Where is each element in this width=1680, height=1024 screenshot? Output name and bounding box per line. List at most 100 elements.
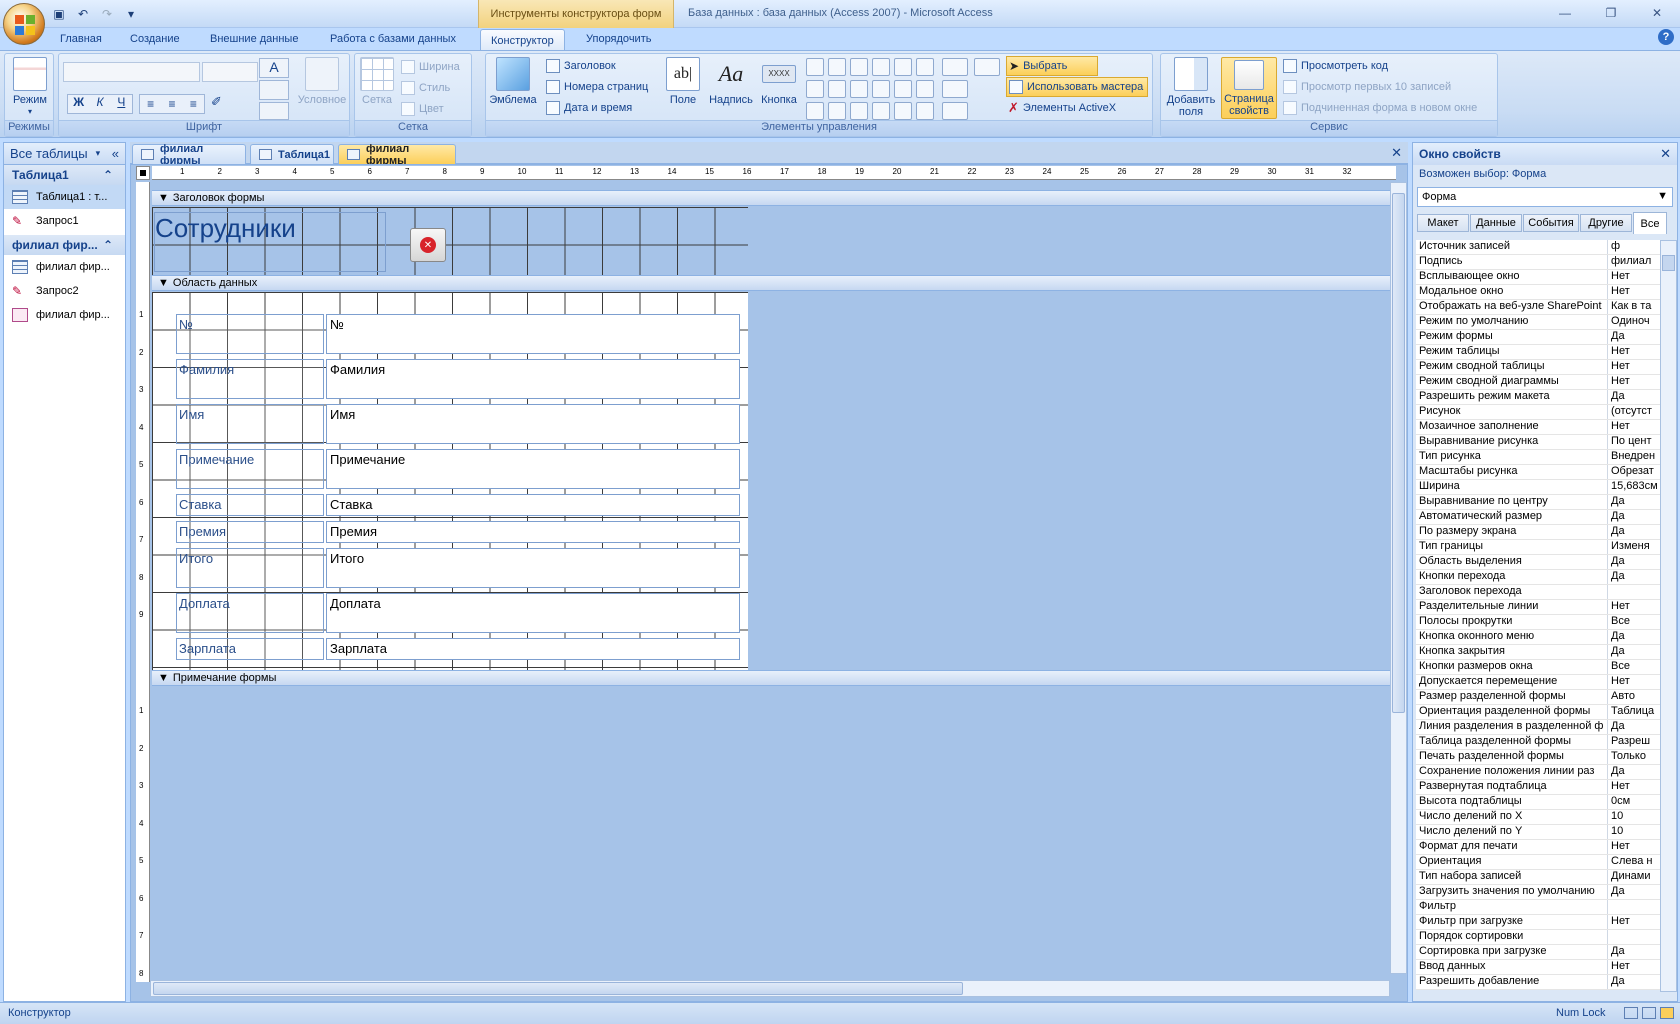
property-value[interactable]: Все <box>1608 615 1663 629</box>
detail-section-bar[interactable]: ▼ Область данных <box>152 275 1396 291</box>
property-value[interactable]: (отсутст <box>1608 405 1663 419</box>
property-row[interactable]: Полосы прокрутки Все <box>1416 615 1663 630</box>
property-value[interactable]: Да <box>1608 390 1663 404</box>
close-document-icon[interactable]: ✕ <box>1391 145 1402 161</box>
property-row[interactable]: Размер разделенной формы Авто <box>1416 690 1663 705</box>
property-value[interactable]: Нет <box>1608 960 1663 974</box>
line-thickness-icon[interactable] <box>942 58 968 76</box>
property-row[interactable]: Режим сводной таблицы Нет <box>1416 360 1663 375</box>
property-value[interactable]: филиал <box>1608 255 1663 269</box>
rectangle-icon[interactable] <box>828 80 846 98</box>
redo-icon[interactable]: ↷ <box>98 5 116 23</box>
mode-button[interactable]: Режим ▾ <box>9 57 51 118</box>
header-button[interactable]: Заголовок <box>546 56 616 76</box>
image-icon[interactable] <box>828 102 846 120</box>
property-value[interactable]: Нет <box>1608 915 1663 929</box>
property-value[interactable]: Внедрен <box>1608 450 1663 464</box>
command-button[interactable]: XXXX Кнопка <box>758 57 800 106</box>
design-horizontal-scrollbar[interactable] <box>150 980 1390 997</box>
field-textbox[interactable]: Примечание <box>326 449 740 489</box>
field-textbox[interactable]: Зарплата <box>326 638 740 660</box>
add-fields-button[interactable]: Добавить поля <box>1165 57 1217 118</box>
property-row[interactable]: Формат для печати Нет <box>1416 840 1663 855</box>
property-value[interactable]: 10 <box>1608 810 1663 824</box>
property-value[interactable]: Нет <box>1608 600 1663 614</box>
subform-icon[interactable] <box>806 102 824 120</box>
property-row[interactable]: Фильтр <box>1416 900 1663 915</box>
nav-dropdown-icon[interactable]: ▾ <box>96 148 101 159</box>
nav-item-table1[interactable]: Таблица1 : т... <box>4 185 125 209</box>
prop-tab-layout[interactable]: Макет <box>1417 214 1469 232</box>
grid-width-button[interactable]: Ширина <box>401 57 460 77</box>
property-value[interactable]: Как в та <box>1608 300 1663 314</box>
page-numbers-button[interactable]: Номера страниц <box>546 77 648 97</box>
property-value[interactable]: Да <box>1608 945 1663 959</box>
property-row[interactable]: Выравнивание по центру Да <box>1416 495 1663 510</box>
undo-icon[interactable]: ↶ <box>74 5 92 23</box>
nav-group-branch[interactable]: филиал фир... ⌃ <box>4 235 125 255</box>
restore-icon[interactable]: ❐ <box>1588 0 1634 26</box>
property-row[interactable]: Выравнивание рисунка По цент <box>1416 435 1663 450</box>
property-value[interactable]: Да <box>1608 645 1663 659</box>
font-size-select[interactable] <box>202 62 258 82</box>
nav-item-branch-form[interactable]: филиал фир... <box>4 303 125 327</box>
props-scrollbar[interactable] <box>1660 240 1677 992</box>
field-button[interactable]: ab| Поле <box>666 57 700 106</box>
field-textbox[interactable]: Ставка <box>326 494 740 516</box>
align-right-icon[interactable]: ≡ <box>190 97 197 111</box>
property-value[interactable]: 15,683см <box>1608 480 1663 494</box>
property-value[interactable]: Все <box>1608 660 1663 674</box>
close-form-button[interactable]: ✕ <box>410 228 446 262</box>
property-value[interactable]: Только <box>1608 750 1663 764</box>
field-textbox[interactable]: Итого <box>326 548 740 588</box>
tab-control-icon[interactable] <box>806 58 824 76</box>
property-value[interactable] <box>1608 900 1663 914</box>
property-value[interactable]: Нет <box>1608 780 1663 794</box>
property-row[interactable]: Рисунок (отсутст <box>1416 405 1663 420</box>
property-row[interactable]: Ширина 15,683см <box>1416 480 1663 495</box>
property-value[interactable]: Да <box>1608 510 1663 524</box>
property-row[interactable]: Автоматический размер Да <box>1416 510 1663 525</box>
property-value[interactable]: Да <box>1608 555 1663 569</box>
help-icon[interactable]: ? <box>1658 29 1674 45</box>
property-row[interactable]: Отображать на веб-узле SharePoint Как в т… <box>1416 300 1663 315</box>
property-value[interactable]: Обрезат <box>1608 465 1663 479</box>
property-row[interactable]: Разрешить добавление Да <box>1416 975 1663 990</box>
field-label[interactable]: Доплата <box>176 593 324 633</box>
view-code-button[interactable]: Просмотреть код <box>1283 56 1388 76</box>
property-value[interactable] <box>1608 585 1663 599</box>
tab-design[interactable]: Конструктор <box>480 29 565 51</box>
minimize-icon[interactable]: — <box>1542 0 1588 26</box>
conditional-format-button[interactable]: Условное <box>295 57 349 106</box>
property-row[interactable]: Допускается перемещение Нет <box>1416 675 1663 690</box>
chart-icon[interactable] <box>894 58 912 76</box>
property-row[interactable]: Мозаичное заполнение Нет <box>1416 420 1663 435</box>
property-value[interactable]: Нет <box>1608 345 1663 359</box>
page-break-icon[interactable] <box>872 102 890 120</box>
subform-new-window-button[interactable]: Подчиненная форма в новом окне <box>1283 98 1477 118</box>
field-label[interactable]: Примечание <box>176 449 324 489</box>
field-label[interactable]: Премия <box>176 521 324 543</box>
logo-button[interactable]: Эмблема <box>489 57 537 106</box>
form-footer-bar[interactable]: ▼ Примечание формы <box>152 670 1396 686</box>
prop-tab-events[interactable]: События <box>1523 214 1579 232</box>
property-value[interactable]: ф <box>1608 240 1663 254</box>
property-row[interactable]: Режим по умолчанию Одиноч <box>1416 315 1663 330</box>
unbound-frame-icon[interactable] <box>872 80 890 98</box>
field-textbox[interactable]: Премия <box>326 521 740 543</box>
hyperlink-icon[interactable] <box>916 80 934 98</box>
property-row[interactable]: Масштабы рисунка Обрезат <box>1416 465 1663 480</box>
property-value[interactable]: Таблица <box>1608 705 1663 719</box>
property-row[interactable]: Подпись филиал <box>1416 255 1663 270</box>
nav-item-query2[interactable]: ✎ Запрос2 <box>4 279 125 303</box>
property-value[interactable]: Нет <box>1608 375 1663 389</box>
dropdown-arrow-icon[interactable]: ▼ <box>1657 190 1668 202</box>
tab-create[interactable]: Создание <box>120 28 190 50</box>
grid-button[interactable]: Сетка <box>357 57 397 106</box>
field-textbox[interactable]: Доплата <box>326 593 740 633</box>
property-value[interactable]: Да <box>1608 765 1663 779</box>
property-value[interactable]: Нет <box>1608 840 1663 854</box>
special-effect-icon[interactable] <box>974 58 1000 76</box>
collapse-group-icon[interactable]: ⌃ <box>103 238 113 252</box>
property-value[interactable]: Нет <box>1608 360 1663 374</box>
